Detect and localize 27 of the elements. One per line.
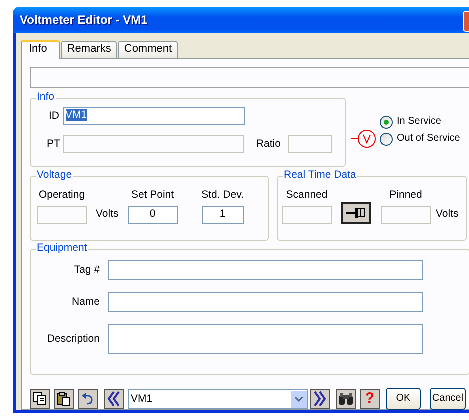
field-label: Std. Dev. (202, 189, 244, 202)
tab[interactable]: Info (21, 40, 60, 59)
field-label: Operating (38, 189, 86, 202)
field-label: Pinned (390, 189, 422, 202)
field-label: Name (70, 296, 100, 308)
radio-label: Out of Service (397, 133, 460, 145)
field-label: ID (49, 110, 60, 122)
window-title: Voltmeter Editor - VM1 (13, 7, 469, 33)
radio-label: In Service (397, 116, 442, 128)
group-title: Equipment (36, 242, 88, 255)
id-field[interactable]: VM1 (62, 107, 244, 125)
std-dev-field[interactable]: 1 (202, 206, 244, 224)
set-point-field[interactable]: 0 (128, 206, 178, 224)
tab[interactable]: Remarks (61, 41, 118, 58)
units-label: Volts (96, 208, 119, 221)
group-title: Voltage (36, 169, 74, 182)
ok-button[interactable]: OK (386, 388, 421, 410)
field-label: Tag # (73, 264, 100, 276)
field-label: Ratio (256, 138, 281, 150)
record-dropdown[interactable]: VM1 (128, 389, 308, 409)
field-label: PT (47, 138, 60, 150)
field-label: Scanned (286, 189, 328, 202)
field-label: Description (46, 332, 100, 346)
field-label: Set Point (131, 189, 174, 202)
tab[interactable]: Comment (118, 41, 178, 58)
cancel-button[interactable]: Cancel (430, 388, 466, 410)
units-label: Volts (436, 208, 459, 221)
